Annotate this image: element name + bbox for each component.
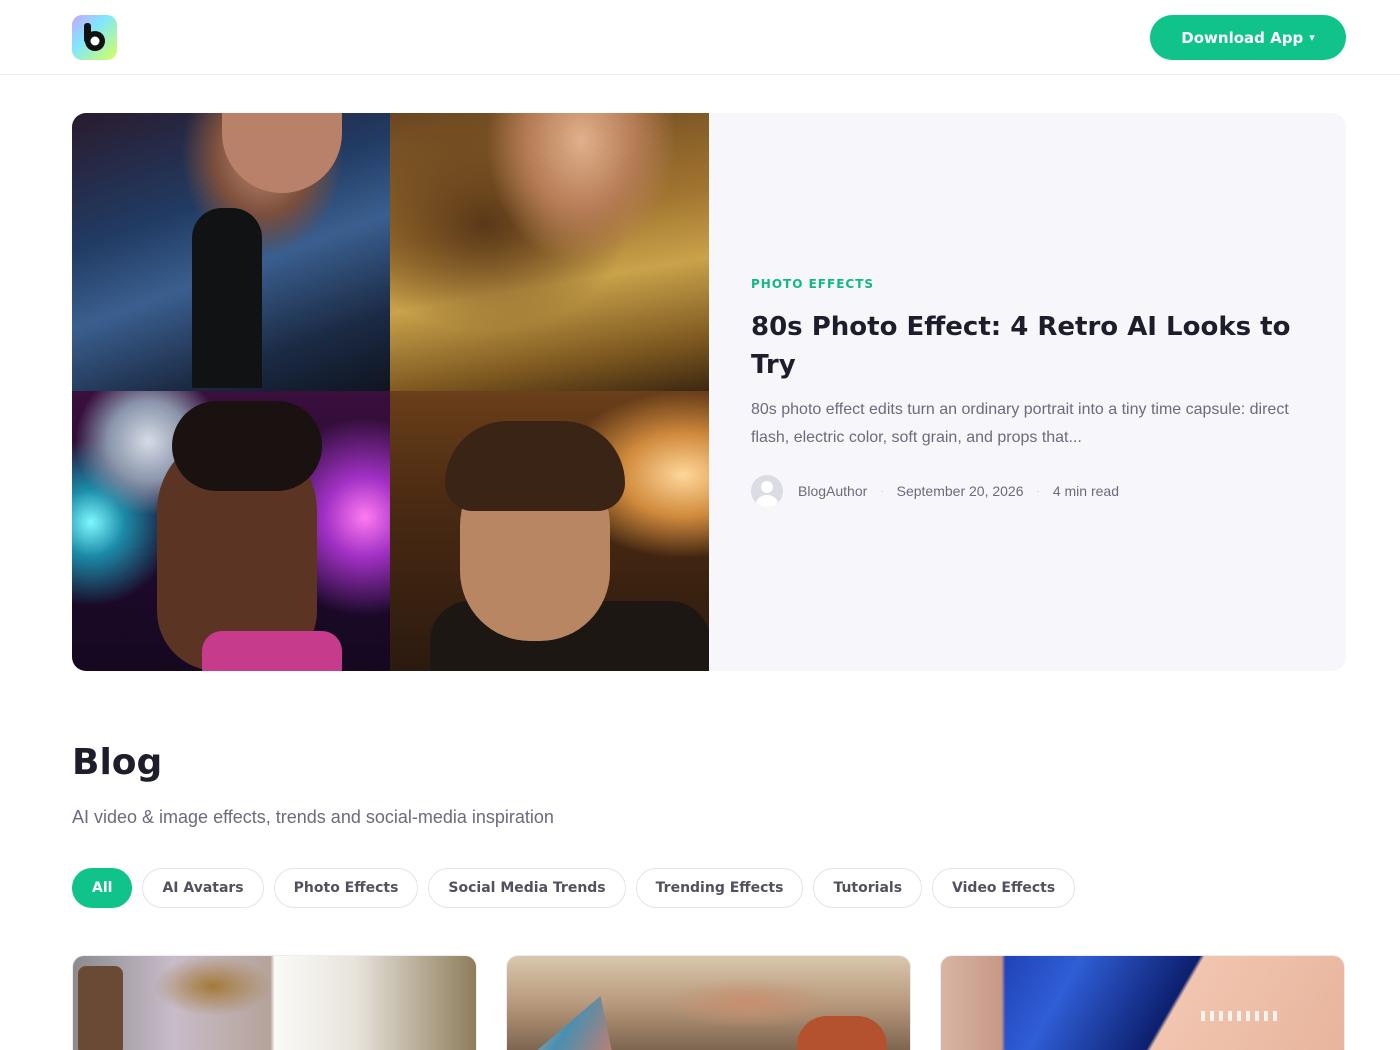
featured-photo-curly-hair-man [390,391,709,671]
download-app-button[interactable]: Download App ▾ [1150,15,1346,60]
featured-post-body: PHOTO EFFECTS 80s Photo Effect: 4 Retro … [751,113,1311,671]
b-logo-icon [84,23,105,51]
filter-chip-trending-effects[interactable]: Trending Effects [635,868,804,908]
site-header: Download App ▾ [0,0,1400,75]
page-title: Blog [72,742,163,783]
featured-photo-disco [72,391,390,671]
post-card-thumbnail[interactable] [506,955,911,1050]
featured-category[interactable]: PHOTO EFFECTS [751,277,874,291]
author-name[interactable]: BlogAuthor [798,483,867,499]
category-filter-bar: All AI Avatars Photo Effects Social Medi… [72,868,1076,908]
meta-separator: · [1036,485,1040,497]
filter-chip-all[interactable]: All [72,868,133,908]
read-time: 4 min read [1052,483,1119,499]
chevron-down-icon: ▾ [1309,31,1315,44]
featured-title[interactable]: 80s Photo Effect: 4 Retro AI Looks to Tr… [751,308,1311,384]
post-card-thumbnail[interactable] [72,955,477,1050]
brand-logo[interactable] [72,15,117,60]
featured-post-card[interactable]: PHOTO EFFECTS 80s Photo Effect: 4 Retro … [72,113,1346,671]
page-subtitle: AI video & image effects, trends and soc… [72,807,554,827]
featured-meta: BlogAuthor · September 20, 2026 · 4 min … [751,475,1119,507]
filter-chip-video-effects[interactable]: Video Effects [932,868,1076,908]
meta-separator: · [880,485,884,497]
publish-date: September 20, 2026 [896,483,1024,499]
filter-chip-ai-avatars[interactable]: AI Avatars [142,868,264,908]
featured-photo-gold-blouse [390,113,709,391]
filter-chip-tutorials[interactable]: Tutorials [813,868,923,908]
filter-chip-photo-effects[interactable]: Photo Effects [273,868,419,908]
featured-image-mosaic[interactable] [72,113,709,671]
post-card-thumbnail[interactable] [940,955,1345,1050]
download-app-label: Download App [1181,28,1304,47]
featured-excerpt: 80s photo effect edits turn an ordinary … [751,401,1289,446]
filter-chip-social-media-trends[interactable]: Social Media Trends [428,868,626,908]
featured-photo-denim-jacket [72,113,390,391]
user-avatar-icon [751,475,783,507]
